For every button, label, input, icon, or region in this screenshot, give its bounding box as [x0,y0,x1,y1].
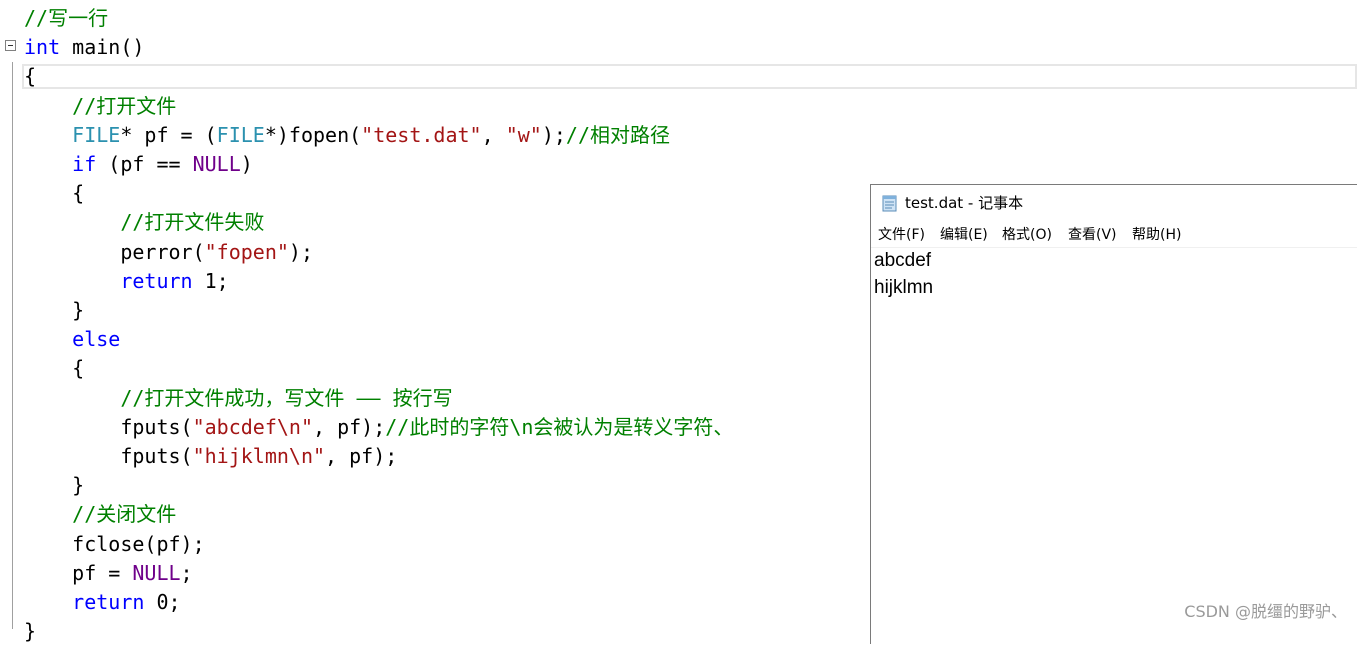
code-token-plain: pf = [24,560,133,585]
code-token-plain: ); [288,239,314,264]
code-token-kw: return [120,268,193,293]
menu-view[interactable]: 查看(V) [1068,223,1117,247]
code-token-type: FILE [216,122,265,147]
code-token-plain: main() [60,35,145,60]
code-line: } [24,296,84,325]
watermark: CSDN @脱缰的野驴、 [1184,602,1347,621]
code-line: int main() [24,33,144,62]
code-line: } [24,617,36,646]
notepad-menubar: 文件(F) 编辑(E) 格式(O) 查看(V) 帮助(H) [871,223,1357,248]
code-token-type: FILE [72,122,121,147]
code-token-plain: } [24,298,85,322]
menu-edit[interactable]: 编辑(E) [940,223,988,247]
code-token-plain: , pf); [313,414,386,439]
code-line: { [24,354,84,383]
menu-format[interactable]: 格式(O) [1002,223,1052,247]
code-line: pf = NULL; [24,559,193,588]
code-token-comment: //关闭文件 [72,502,177,527]
code-token-comment: //打开文件成功，写文件 —— 按行写 [120,385,453,410]
code-token-plain: fclose(pf); [24,531,205,556]
code-token-plain: ); [541,122,566,147]
code-token-plain: { [24,181,85,206]
code-token-comment: //此时的字符\n会被认为是转义字符、 [385,414,734,439]
code-token-plain: 0; [144,590,181,614]
code-token-plain: ; [180,560,193,585]
code-token-plain: fputs( [24,414,193,439]
code-token-plain: (pf == [96,152,193,176]
notepad-text-line: hijklmn [874,277,934,298]
code-token-str: "w" [505,122,542,147]
code-token-plain: ) [240,152,253,176]
code-token-kw: else [72,327,121,352]
code-token-plain: perror( [24,239,205,264]
notepad-icon [882,195,897,212]
code-line: fputs("hijklmn\n", pf); [24,442,397,471]
code-token-kw: return [72,590,145,614]
code-token-plain: * pf = ( [120,122,217,147]
code-token-plain: *)fopen( [264,122,362,147]
code-line: //打开文件成功，写文件 —— 按行写 [24,384,453,413]
code-line: //写一行 [24,4,108,33]
code-token-kw: int [24,35,61,60]
code-line: { [24,62,36,91]
code-token-comment: //打开文件 [72,93,177,118]
code-token-comment: //写一行 [24,6,109,30]
code-token-plain: , pf); [325,444,398,468]
notepad-titlebar[interactable]: test.dat - 记事本 [871,185,1357,221]
code-token-plain: fputs( [24,444,193,468]
code-token-str: "fopen" [204,239,289,264]
notepad-text-line: abcdef [874,250,932,271]
code-line: { [24,179,84,208]
code-line: //打开文件失败 [24,208,264,237]
code-line: perror("fopen"); [24,238,313,267]
code-token-macro: NULL [132,560,181,585]
code-line: return 1; [24,267,229,296]
code-token-str: "abcdef\n" [192,414,313,439]
code-token-plain: { [24,64,37,89]
menu-help[interactable]: 帮助(H) [1132,223,1181,247]
code-token-str: "test.dat" [361,122,482,147]
code-token-macro: NULL [192,152,241,176]
code-token-plain: , [481,122,506,147]
code-token-comment: //相对路径 [565,122,670,147]
code-line: fclose(pf); [24,530,205,559]
code-line: return 0; [24,588,181,617]
code-line: else [24,325,120,354]
code-token-plain: 1; [192,268,229,293]
current-line-highlight [22,64,1357,89]
code-token-kw: if [72,152,97,176]
code-line: fputs("abcdef\n", pf);//此时的字符\n会被认为是转义字符… [24,413,733,442]
notepad-window[interactable]: test.dat - 记事本 文件(F) 编辑(E) 格式(O) 查看(V) 帮… [870,184,1357,644]
code-token-plain: } [24,473,85,498]
code-token-str: "hijklmn\n" [192,444,326,468]
code-line: //关闭文件 [24,500,176,529]
code-token-comment: //打开文件失败 [120,210,265,235]
code-line: if (pf == NULL) [24,150,253,179]
code-line: //打开文件 [24,92,176,121]
notepad-title: test.dat - 记事本 [905,194,1024,212]
code-token-plain: } [24,619,37,644]
code-line: FILE* pf = (FILE*)fopen("test.dat", "w")… [24,121,670,150]
menu-file[interactable]: 文件(F) [878,223,925,247]
collapse-icon[interactable] [5,40,16,51]
code-line: } [24,471,84,500]
code-token-plain: { [24,356,85,381]
fold-guide-line [12,62,13,629]
